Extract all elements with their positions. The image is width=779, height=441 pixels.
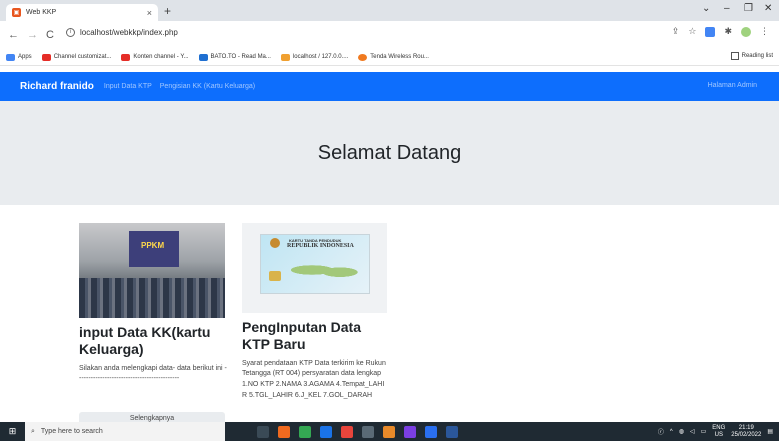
- puzzle-icon[interactable]: ✱: [724, 26, 732, 37]
- notification-icon[interactable]: ▤: [767, 428, 773, 435]
- bookmark-label: Channel customizat...: [53, 54, 112, 60]
- nav-link-input-ktp[interactable]: Input Data KTP: [104, 83, 152, 90]
- youtube-icon: [41, 53, 51, 61]
- nav-link-admin[interactable]: Halaman Admin: [708, 82, 757, 89]
- bookmark-item[interactable]: Konten channel - Y...: [121, 53, 189, 61]
- clock-date: 25/02/2022: [731, 431, 762, 438]
- tab-close-icon[interactable]: ×: [147, 8, 152, 18]
- ppkm-banner: PPKM: [129, 231, 179, 267]
- hero-title: Selamat Datang: [317, 141, 462, 164]
- search-placeholder: Type here to search: [40, 428, 103, 435]
- search-icon: ⌕: [31, 427, 35, 435]
- system-tray: ⓡ ^ ◍ ◁ ▭ ENG US 21:19 25/02/2022 ▤: [658, 425, 773, 438]
- extension-icon[interactable]: [705, 26, 716, 37]
- bookmark-item[interactable]: localhost / 127.0.0....: [280, 53, 349, 61]
- tenda-icon: [358, 53, 368, 61]
- chip-icon: [269, 271, 281, 281]
- site-favicon-icon: ▣: [12, 8, 21, 17]
- bookmark-label: BATO.TO - Read Ma...: [210, 54, 271, 60]
- address-input[interactable]: i localhost/webkkp/index.php: [66, 25, 666, 39]
- back-arrow-icon[interactable]: ←: [8, 29, 19, 41]
- reload-icon[interactable]: C: [46, 29, 54, 41]
- nav-link-pengisian-kk[interactable]: Pengisian KK (Kartu Keluarga): [160, 83, 255, 90]
- new-tab-button[interactable]: +: [164, 4, 171, 18]
- bato-icon: [198, 53, 208, 61]
- taskbar-app-icon[interactable]: [404, 425, 416, 438]
- card-image-ktp: KARTU TANDA PENDUDUK REPUBLIK INDONESIA: [242, 223, 387, 313]
- volume-icon[interactable]: ◁: [690, 428, 695, 435]
- reading-list-label: Reading list: [741, 53, 773, 59]
- indonesia-map: [291, 259, 361, 281]
- tab-title: Web KKP: [26, 9, 57, 16]
- lang-sub: US: [714, 431, 723, 438]
- share-icon[interactable]: ⇪: [672, 26, 680, 37]
- taskbar-app-icon[interactable]: [278, 425, 290, 438]
- browser-tab[interactable]: ▣ Web KKP ×: [6, 4, 158, 21]
- taskbar-app-icon[interactable]: [425, 425, 437, 438]
- info-icon[interactable]: i: [66, 27, 75, 37]
- navbar-brand[interactable]: Richard franido: [20, 81, 94, 92]
- bookmark-label: Konten channel - Y...: [133, 54, 189, 60]
- windows-taskbar: ⊞ ⌕ Type here to search ⓡ ^ ◍ ◁ ▭ ENG US …: [0, 422, 779, 441]
- garuda-emblem-icon: [270, 238, 280, 248]
- clock-time: 21:19: [738, 425, 754, 431]
- taskbar-app-icon[interactable]: [320, 425, 332, 438]
- people-icon[interactable]: ⓡ: [658, 427, 664, 436]
- card-title: input Data KK(kartu Keluarga): [79, 324, 211, 357]
- chevron-up-icon[interactable]: ^: [670, 429, 673, 435]
- clock[interactable]: 21:19 25/02/2022: [731, 425, 761, 438]
- phpmyadmin-icon: [280, 53, 290, 61]
- card-text: Syarat pendataan KTP Data terkirim ke Ru…: [242, 359, 386, 400]
- window-close-button[interactable]: ✕: [764, 3, 772, 14]
- ktp-illustration: KARTU TANDA PENDUDUK REPUBLIK INDONESIA: [260, 234, 370, 294]
- bookmark-label: Apps: [18, 54, 32, 60]
- profile-avatar[interactable]: [741, 26, 751, 37]
- toolbar-icons: ⇪ ☆ ✱ ⋮: [672, 26, 769, 37]
- taskbar-apps: [257, 425, 458, 438]
- taskbar-app-icon[interactable]: [257, 425, 269, 438]
- card-input-ktp: KARTU TANDA PENDUDUK REPUBLIK INDONESIA …: [242, 223, 387, 418]
- maximize-button[interactable]: ❐: [744, 3, 753, 14]
- bookmark-label: Tenda Wireless Rou...: [370, 54, 429, 60]
- menu-dots-icon[interactable]: ⋮: [760, 26, 769, 37]
- bookmarks-bar: Apps Channel customizat... Konten channe…: [0, 49, 779, 66]
- network-icon[interactable]: ◍: [679, 428, 684, 435]
- lang-code: ENG: [712, 425, 726, 431]
- bookmark-apps[interactable]: Apps: [6, 53, 32, 61]
- group-photo: [79, 278, 225, 318]
- bookmark-item[interactable]: Tenda Wireless Rou...: [358, 53, 429, 61]
- banner-text: PPKM: [141, 241, 165, 250]
- card-image-ppkm: PPKM: [79, 223, 225, 318]
- apps-grid-icon: [6, 53, 15, 61]
- youtube-icon: [121, 53, 131, 61]
- site-navbar: Richard franido Input Data KTP Pengisian…: [0, 72, 779, 101]
- bookmark-item[interactable]: BATO.TO - Read Ma...: [198, 53, 271, 61]
- ktp-line2: REPUBLIK INDONESIA: [287, 243, 354, 249]
- forward-arrow-icon[interactable]: →: [27, 29, 38, 41]
- browser-tab-strip: ▣ Web KKP × + ⌄ – ❐ ✕: [0, 0, 779, 21]
- card-input-kk: PPKM input Data KK(kartu Keluarga) Silak…: [79, 223, 227, 426]
- card-title: PengInputan Data KTP Baru: [242, 319, 362, 352]
- reading-list-button[interactable]: Reading list: [730, 52, 773, 60]
- taskbar-app-icon[interactable]: [383, 425, 395, 438]
- hero-jumbotron: Selamat Datang: [0, 101, 779, 205]
- reading-list-icon: [730, 52, 739, 60]
- bookmark-label: localhost / 127.0.0....: [292, 54, 349, 60]
- star-icon[interactable]: ☆: [688, 26, 696, 37]
- taskbar-search-input[interactable]: ⌕ Type here to search: [25, 422, 225, 441]
- bookmark-item[interactable]: Channel customizat...: [41, 53, 112, 61]
- card-text: Silakan anda melengkapi data- data berik…: [79, 364, 227, 383]
- address-text[interactable]: localhost/webkkp/index.php: [80, 28, 178, 37]
- address-bar-row: ← → C i localhost/webkkp/index.php ⇪ ☆ ✱…: [0, 21, 779, 49]
- language-indicator[interactable]: ENG US: [712, 425, 725, 438]
- taskbar-app-icon[interactable]: [446, 425, 458, 438]
- chevron-down-icon[interactable]: ⌄: [702, 3, 710, 14]
- windows-start-icon[interactable]: ⊞: [0, 422, 25, 441]
- taskbar-app-icon[interactable]: [299, 425, 311, 438]
- minimize-button[interactable]: –: [724, 3, 730, 14]
- taskbar-app-icon[interactable]: [341, 425, 353, 438]
- keyboard-icon[interactable]: ▭: [701, 428, 707, 435]
- taskbar-app-icon[interactable]: [362, 425, 374, 438]
